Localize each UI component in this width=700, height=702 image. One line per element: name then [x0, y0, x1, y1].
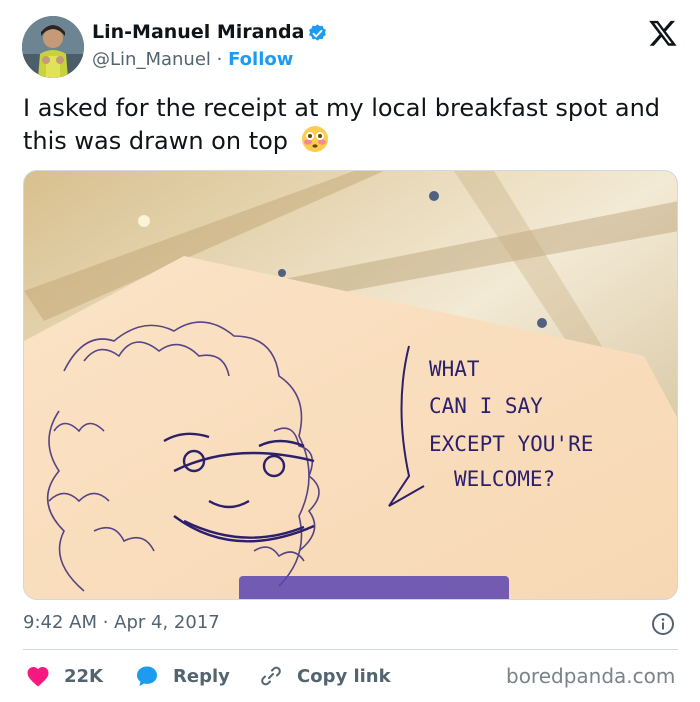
copy-link-button[interactable]: Copy link [259, 662, 391, 690]
flushed-face-emoji [301, 126, 328, 152]
link-icon [261, 666, 281, 686]
heart-icon [27, 667, 49, 687]
author-handle[interactable]: @Lin_Manuel [92, 49, 211, 70]
reply-bubble-icon [137, 666, 157, 686]
bubble-line-4: WELCOME? [454, 467, 555, 491]
bubble-line-1: WHAT [429, 357, 480, 381]
actions-divider [23, 649, 678, 650]
tweet-text: I asked for the receipt at my local brea… [23, 92, 683, 157]
reply-button[interactable]: Reply [135, 662, 230, 690]
reply-label: Reply [173, 665, 230, 687]
like-count: 22K [64, 665, 103, 687]
author-handle-line: @Lin_Manuel · Follow [92, 49, 293, 70]
like-button[interactable]: 22K [26, 662, 103, 690]
bubble-line-2: CAN I SAY [429, 394, 543, 418]
tweet-text-content: I asked for the receipt at my local brea… [23, 94, 661, 155]
handle-separator: · [216, 49, 223, 70]
verified-badge-icon [309, 24, 326, 41]
follow-link[interactable]: Follow [228, 49, 293, 70]
tweet-photo[interactable]: WHAT CAN I SAY EXCEPT YOU'RE WELCOME? [23, 170, 678, 600]
receipt-drawing-photo: WHAT CAN I SAY EXCEPT YOU'RE WELCOME? [24, 171, 677, 599]
avatar-image [22, 16, 84, 78]
boredpanda-watermark: boredpanda.com [506, 664, 676, 688]
tweet-timestamp[interactable]: 9:42 AM · Apr 4, 2017 [23, 612, 220, 633]
author-avatar[interactable] [22, 16, 84, 78]
info-icon[interactable] [651, 612, 675, 636]
x-logo-icon[interactable] [648, 18, 678, 48]
copy-link-label: Copy link [297, 665, 391, 687]
author-name[interactable]: Lin-Manuel Miranda [92, 21, 304, 43]
bubble-line-3: EXCEPT YOU'RE [429, 432, 593, 456]
